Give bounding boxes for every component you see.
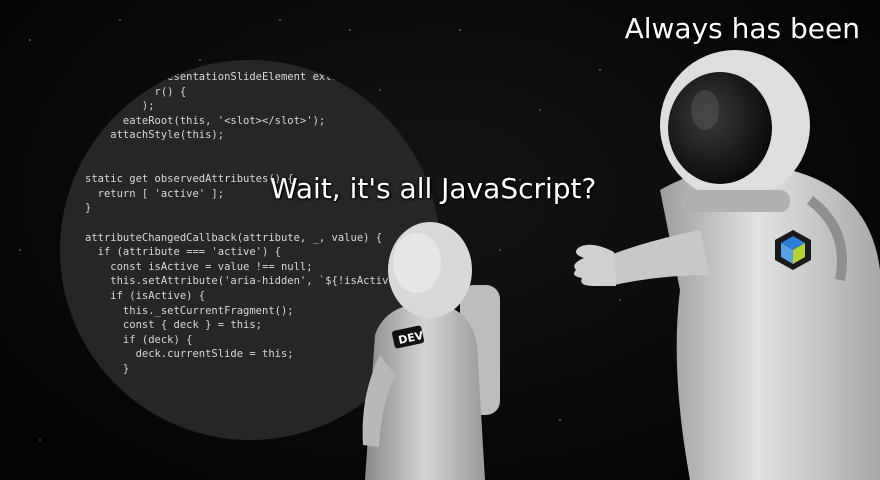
helmet-visor [668, 72, 772, 184]
code-line: esentationSlideElement exte [85, 71, 338, 83]
neck-ring [680, 190, 790, 212]
astronaut-right [574, 50, 880, 480]
caption-wait: Wait, it's all JavaScript? [270, 172, 597, 205]
helmet-highlight [393, 233, 441, 293]
visor-glare [691, 90, 719, 130]
code-line: ); [85, 100, 155, 113]
meme-scene: esentationSlideElement exte r() { ); eat… [0, 0, 880, 480]
code-line: r() { [85, 85, 187, 98]
glove [574, 244, 616, 286]
caption-always-has-been: Always has been [624, 12, 860, 45]
code-line: eateRoot(this, '<slot></slot>'); [85, 114, 326, 127]
code-line: attachStyle(this); [85, 129, 225, 142]
suit-body [660, 167, 880, 480]
astronaut-left: DEV [362, 222, 500, 480]
